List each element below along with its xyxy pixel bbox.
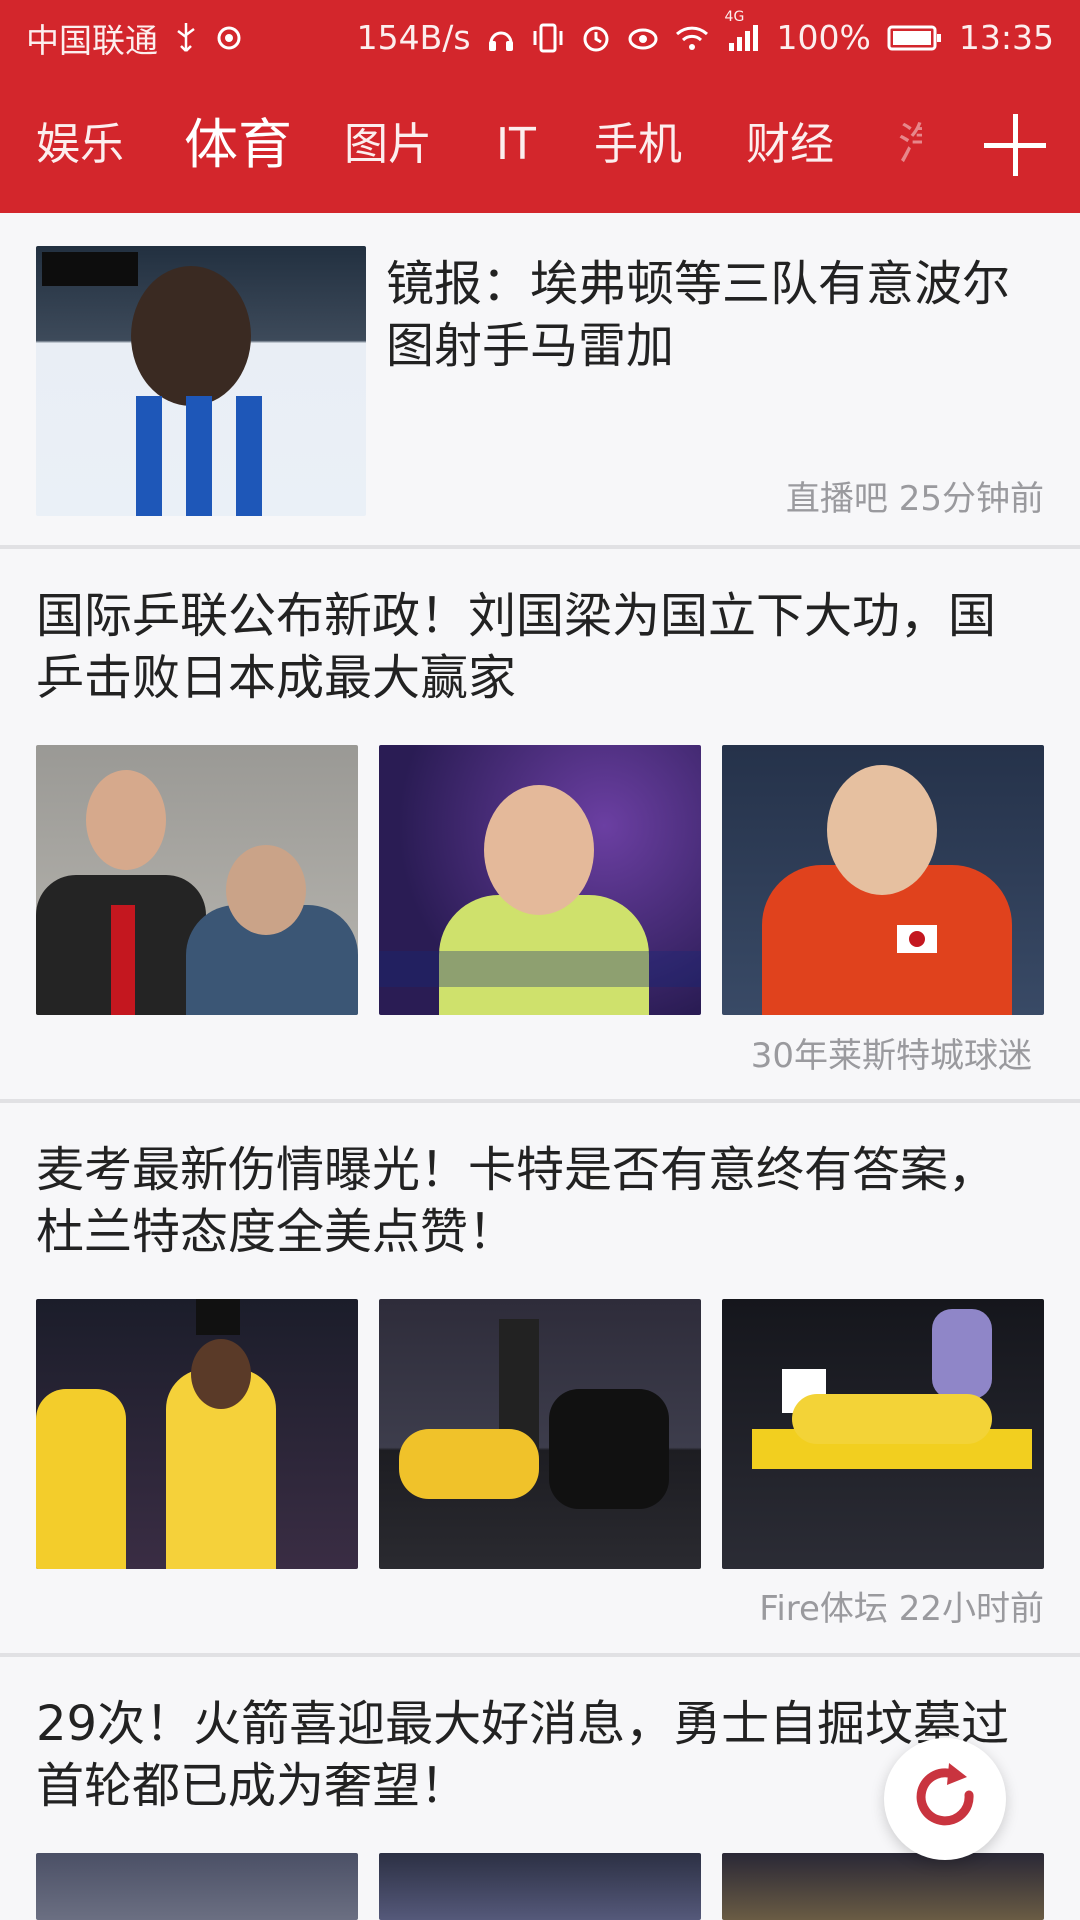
news-meta: Fire体坛 22小时前: [759, 1581, 1044, 1630]
news-image: [36, 1853, 358, 1920]
item-divider: [0, 545, 1080, 549]
tab-entertainment[interactable]: 娱乐: [36, 95, 124, 195]
clock: 13:35: [958, 18, 1054, 57]
news-image: [379, 745, 701, 1015]
refresh-icon: [905, 1757, 985, 1841]
tab-phones[interactable]: 手机: [594, 95, 682, 195]
network-type: 4G: [724, 8, 745, 25]
tab-pictures[interactable]: 图片: [344, 95, 432, 195]
news-title: 麦考最新伤情曝光！卡特是否有意终有答案，杜兰特态度全美点赞！: [36, 1142, 997, 1260]
tab-it[interactable]: IT: [496, 95, 536, 195]
news-meta: 直播吧 25分钟前: [786, 471, 1044, 520]
tab-finance[interactable]: 财经: [746, 95, 834, 195]
battery-percent: 100%: [776, 18, 871, 57]
news-image: [379, 1853, 701, 1920]
news-title: 镜报：埃弗顿等三队有意波尔图射手马雷加: [386, 256, 1011, 374]
add-channel-button[interactable]: [980, 110, 1050, 180]
status-bar: 中国联通 154B/s 4G 100% 13:35: [0, 0, 1080, 75]
tab-sports[interactable]: 体育: [184, 95, 292, 195]
signal-icon: 4G: [725, 9, 761, 53]
news-image: [722, 1853, 1044, 1920]
headset-icon: [487, 23, 515, 53]
alarm-icon: [581, 23, 611, 53]
vibrate-icon: [531, 23, 565, 53]
sync-icon: [214, 23, 244, 53]
news-source: 30年莱斯特城球迷: [750, 1036, 1032, 1076]
app-header: 中国联通 154B/s 4G 100% 13:35 娱乐 体育 图片 IT 手机…: [0, 0, 1080, 213]
news-source: 直播吧: [785, 479, 888, 519]
news-image: [379, 1299, 701, 1569]
news-title: 国际乒联公布新政！刘国梁为国立下大功，国乒击败日本成最大赢家: [36, 588, 997, 706]
news-meta: 30年莱斯特城球迷: [751, 1028, 1032, 1077]
tab-autos[interactable]: 汽: [898, 95, 922, 195]
carrier-label: 中国联通: [26, 20, 158, 60]
news-image: [36, 745, 358, 1015]
news-image: [722, 745, 1044, 1015]
item-divider: [0, 1099, 1080, 1103]
wifi-icon: [675, 24, 709, 52]
news-thumbnail: [36, 246, 366, 516]
news-image: [36, 1299, 358, 1569]
refresh-button[interactable]: [884, 1738, 1006, 1860]
news-time: 25分钟前: [898, 479, 1044, 519]
news-image: [722, 1299, 1044, 1569]
news-time: 22小时前: [898, 1589, 1044, 1629]
net-speed: 154B/s: [356, 18, 471, 57]
channel-tabs: 娱乐 体育 图片 IT 手机 财经 汽: [0, 95, 1080, 195]
usb-icon: [174, 21, 198, 55]
battery-icon: [887, 24, 943, 52]
eye-icon: [627, 25, 659, 51]
item-divider: [0, 1653, 1080, 1657]
news-source: Fire体坛: [759, 1589, 888, 1629]
